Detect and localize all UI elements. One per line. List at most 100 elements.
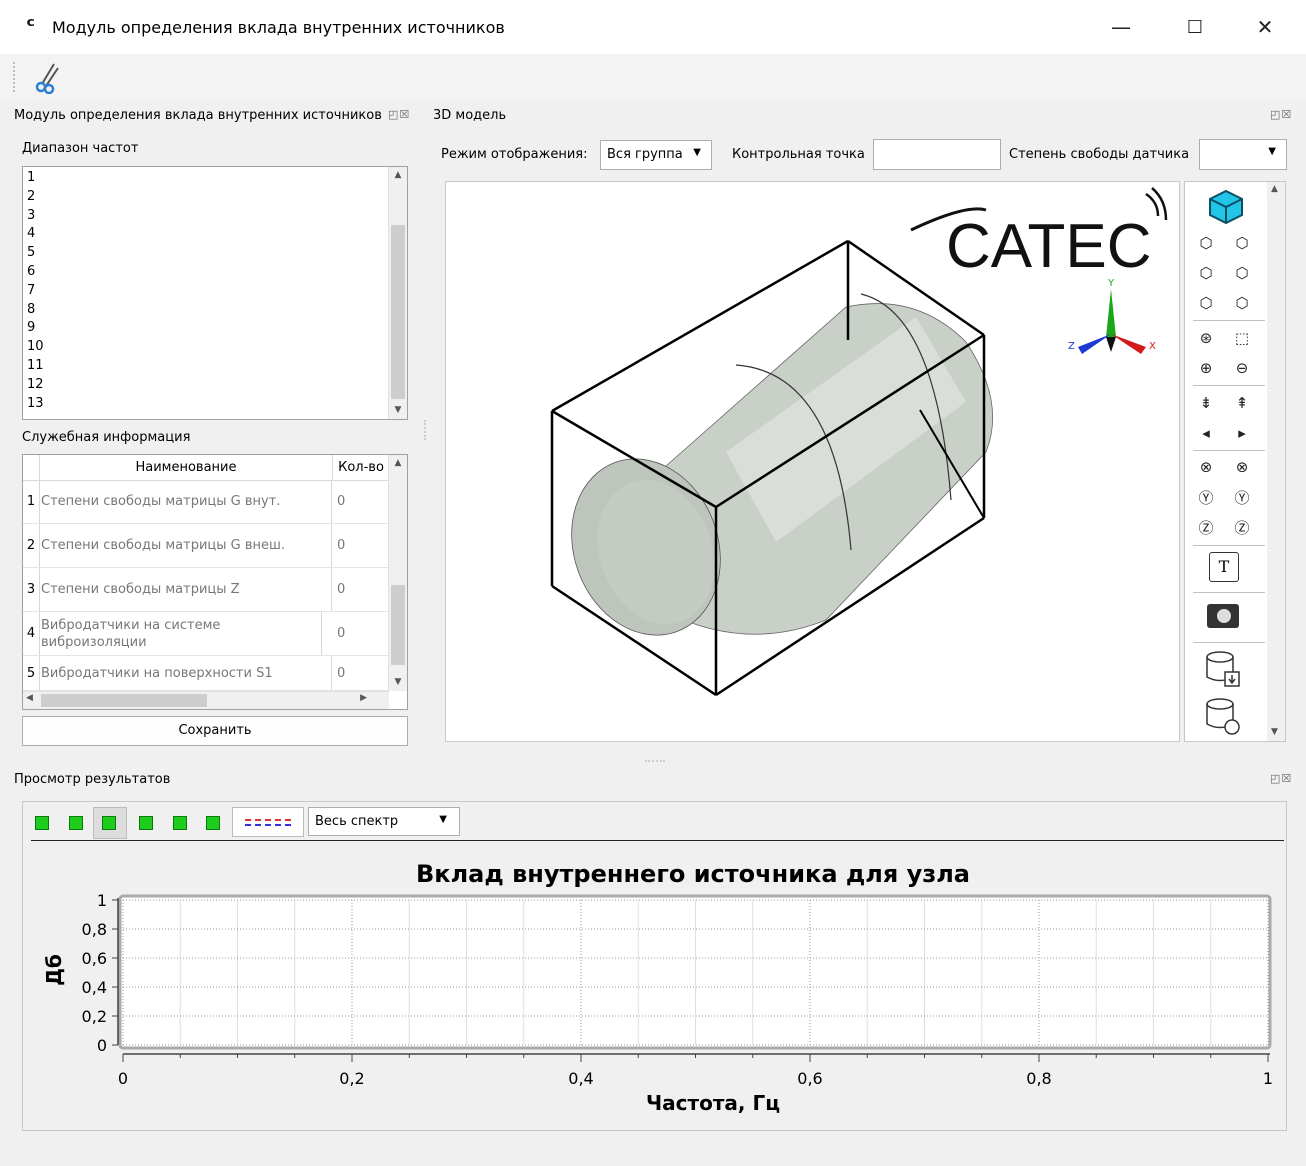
row-value: 0 [337, 665, 346, 681]
table-row[interactable]: 2 Степени свободы матрицы G внеш. 0 [23, 524, 389, 568]
chevron-down-icon: ▼ [1268, 146, 1276, 157]
camera-icon[interactable] [1207, 604, 1239, 628]
main-toolbar [0, 54, 1306, 100]
results-panel-dock-buttons[interactable]: ◰☒ [1270, 772, 1292, 785]
rotate-z-cw-icon[interactable]: Ⓩ [1231, 516, 1253, 538]
freq-list-item[interactable]: 3 [27, 207, 44, 226]
dof-select[interactable]: ▼ [1199, 139, 1287, 170]
row-number: 3 [23, 568, 40, 611]
toolbar-grip[interactable] [13, 62, 19, 92]
column-header-count[interactable]: Кол-во [333, 455, 389, 480]
plot-mode-1-button[interactable] [35, 816, 49, 830]
database-export-icon[interactable] [1205, 650, 1243, 690]
freq-list-item[interactable]: 4 [27, 225, 44, 244]
scroll-down-icon[interactable]: ▼ [389, 402, 407, 419]
pan-right-icon[interactable]: ▸ [1231, 422, 1253, 444]
database-refresh-icon[interactable] [1205, 697, 1243, 737]
left-view-icon[interactable]: ⬡ [1195, 262, 1217, 284]
table-hscrollbar[interactable]: ◀ ▶ [23, 691, 389, 709]
plot-info-button[interactable] [206, 816, 220, 830]
back-view-icon[interactable]: ⬡ [1231, 232, 1253, 254]
zoom-in-icon[interactable]: ⊕ [1195, 357, 1217, 379]
freq-list-item[interactable]: 8 [27, 301, 44, 320]
table-row[interactable]: 4 Вибродатчики на системе виброизоляции … [23, 612, 389, 656]
zoom-fit-icon[interactable]: ⊛ [1195, 327, 1217, 349]
iso-view-icon[interactable] [1207, 188, 1245, 226]
freq-list-item[interactable]: 5 [27, 244, 44, 263]
freq-list-item[interactable]: 9 [27, 319, 44, 338]
top-view-icon[interactable]: ⬡ [1195, 292, 1217, 314]
freq-list-item[interactable]: 1 [27, 169, 44, 188]
bottom-view-icon[interactable]: ⬡ [1231, 292, 1253, 314]
pan-up-icon[interactable]: ⇞ [1231, 392, 1253, 414]
plot-mode-active-button[interactable] [102, 816, 116, 830]
freq-list-item[interactable]: 10 [27, 338, 44, 357]
rotate-x-cw-icon[interactable]: ⊗ [1231, 456, 1253, 478]
model-panel-dock-buttons[interactable]: ◰☒ [1270, 108, 1292, 121]
contribution-chart[interactable]: Вклад внутреннего источника для узла 0 0,… [23, 840, 1286, 1130]
axis-triad [1078, 289, 1146, 354]
scroll-up-icon[interactable]: ▲ [1271, 184, 1278, 194]
table-vscrollbar[interactable]: ▲ ▼ [388, 455, 407, 691]
plot-grid-button[interactable] [139, 816, 153, 830]
left-panel-dock-buttons[interactable]: ◰☒ [388, 108, 410, 121]
pan-down-icon[interactable]: ⇟ [1195, 392, 1217, 414]
rotate-x-ccw-icon[interactable]: ⊗ [1195, 456, 1217, 478]
spectrum-select[interactable]: Весь спектр ▼ [308, 807, 460, 836]
freq-list-scrollbar[interactable]: ▲ ▼ [388, 167, 407, 419]
freq-list[interactable]: 1 2 3 4 5 6 7 8 9 10 11 12 13 ▲ ▼ [22, 166, 408, 420]
y-tick-label: 0 [97, 1036, 107, 1055]
scissors-icon[interactable] [32, 60, 64, 94]
tools-scrollbar[interactable]: ▲ ▼ [1267, 182, 1285, 741]
maximize-button[interactable]: ☐ [1160, 0, 1230, 54]
freq-list-item[interactable]: 2 [27, 188, 44, 207]
dof-label: Степень свободы датчика [1009, 147, 1190, 162]
freq-list-item[interactable]: 6 [27, 263, 44, 282]
horizontal-splitter[interactable] [645, 760, 665, 762]
freq-range-label: Диапазон частот [22, 141, 139, 156]
service-info-table[interactable]: Наименование Кол-во 1 Степени свободы ма… [22, 454, 408, 710]
close-button[interactable]: ✕ [1230, 0, 1300, 54]
freq-list-item[interactable]: 13 [27, 395, 44, 414]
text-label-icon[interactable]: T [1209, 552, 1239, 582]
scroll-down-icon[interactable]: ▼ [1271, 727, 1278, 737]
rotate-y-cw-icon[interactable]: Ⓨ [1231, 486, 1253, 508]
vertical-splitter[interactable] [424, 420, 428, 440]
control-point-label: Контрольная точка [732, 147, 865, 162]
scroll-up-icon[interactable]: ▲ [389, 455, 407, 472]
axis-x-label: X [1149, 341, 1156, 352]
row-value: 0 [337, 582, 346, 597]
table-row[interactable]: 5 Вибродатчики на поверхности S1 0 [23, 656, 389, 691]
scroll-right-icon[interactable]: ▶ [360, 693, 367, 703]
pan-left-icon[interactable]: ◂ [1195, 422, 1217, 444]
display-mode-value: Вся группа [607, 147, 683, 162]
row-value: 0 [337, 494, 346, 509]
freq-list-item[interactable]: 7 [27, 282, 44, 301]
row-value: 0 [337, 538, 346, 553]
table-row[interactable]: 1 Степени свободы матрицы G внут. 0 [23, 480, 389, 524]
zoom-window-icon[interactable]: ⬚ [1231, 327, 1253, 349]
scroll-down-icon[interactable]: ▼ [389, 674, 407, 691]
rotate-z-ccw-icon[interactable]: Ⓩ [1195, 516, 1217, 538]
plot-option-button[interactable] [173, 816, 187, 830]
front-view-icon[interactable]: ⬡ [1195, 232, 1217, 254]
freq-list-item[interactable]: 11 [27, 357, 44, 376]
save-button[interactable]: Сохранить [22, 716, 408, 746]
column-header-name[interactable]: Наименование [40, 455, 333, 480]
freq-list-item[interactable]: 12 [27, 376, 44, 395]
line-style-button[interactable] [232, 807, 304, 837]
plot-mode-2-button[interactable] [69, 816, 83, 830]
control-point-input[interactable] [873, 139, 1001, 170]
y-tick-label: 0,6 [82, 949, 107, 968]
app-logo-icon: ᶜ [26, 14, 36, 39]
zoom-out-icon[interactable]: ⊖ [1231, 357, 1253, 379]
scroll-up-icon[interactable]: ▲ [389, 167, 407, 184]
rotate-y-ccw-icon[interactable]: Ⓨ [1195, 486, 1217, 508]
scroll-left-icon[interactable]: ◀ [26, 693, 33, 703]
row-number: 1 [23, 480, 40, 523]
minimize-button[interactable]: — [1086, 0, 1156, 54]
right-view-icon[interactable]: ⬡ [1231, 262, 1253, 284]
3d-viewport[interactable]: Y X Z CATEC [445, 181, 1180, 742]
display-mode-select[interactable]: Вся группа ▼ [600, 140, 712, 170]
table-row[interactable]: 3 Степени свободы матрицы Z 0 [23, 568, 389, 612]
